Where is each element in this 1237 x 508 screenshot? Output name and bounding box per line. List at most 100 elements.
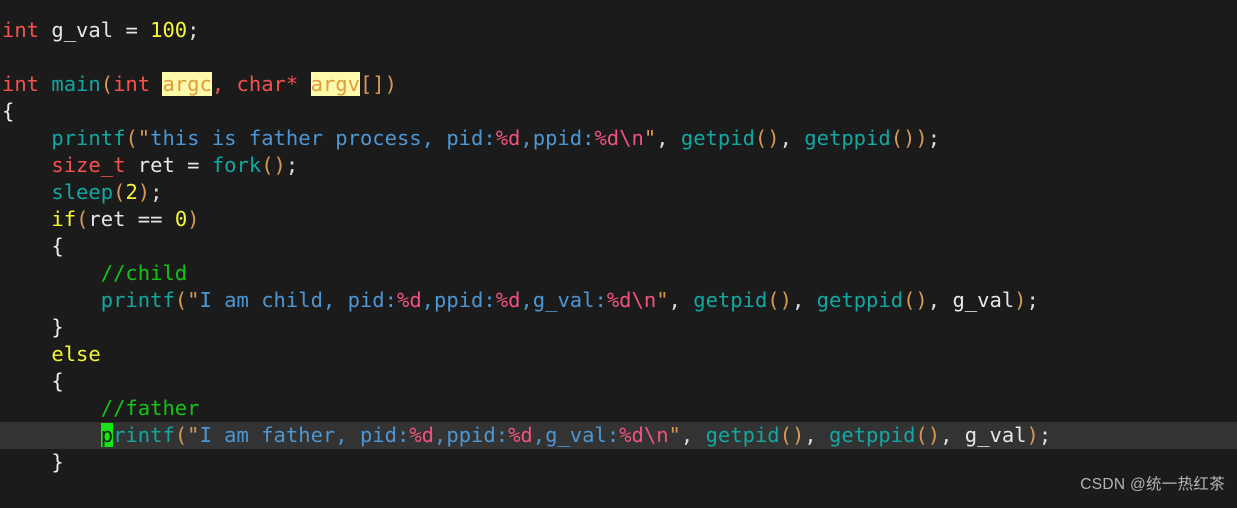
arg-separator: ,: [680, 423, 706, 447]
comma-after-argc: ,: [211, 72, 237, 96]
code-line-14[interactable]: {: [0, 368, 1237, 395]
function-fork: fork: [211, 153, 262, 177]
arg-separator: ,: [656, 126, 681, 150]
array-brackets: []: [359, 72, 385, 96]
format-specifier-d: %d: [508, 423, 533, 447]
string-literal: I am child, pid:: [199, 288, 397, 312]
format-specifier-d: %d: [606, 288, 632, 312]
code-line-16-cursor[interactable]: printf("I am father, pid:%d,ppid:%d,g_va…: [0, 422, 1237, 449]
format-specifier-d: %d: [495, 288, 521, 312]
paren-open: (: [76, 207, 89, 231]
code-line-3[interactable]: int main(int argc, char* argv[]): [0, 71, 1237, 98]
brace-open-main: {: [2, 99, 15, 123]
function-main: main: [51, 72, 101, 96]
identifier-g-val-arg: g_val: [940, 288, 1015, 312]
string-ppid-label: ,ppid:: [421, 288, 496, 312]
code-line-13[interactable]: else: [0, 341, 1237, 368]
code-line-8[interactable]: if(ret == 0): [0, 206, 1237, 233]
paren-open: (: [100, 72, 114, 96]
paren-close: ): [1026, 423, 1039, 447]
semicolon: ;: [285, 153, 299, 177]
code-line-11[interactable]: printf("I am child, pid:%d,ppid:%d,g_val…: [0, 287, 1237, 314]
code-line-15[interactable]: //father: [0, 395, 1237, 422]
paren-open: (: [113, 180, 126, 204]
empty-parens: (): [915, 423, 941, 447]
escape-newline: \n: [619, 126, 644, 150]
arg-separator: ,: [779, 126, 805, 150]
code-line-12[interactable]: }: [0, 314, 1237, 341]
code-line-1[interactable]: int g_val = 100;: [0, 17, 1237, 44]
code-line-7[interactable]: sleep(2);: [0, 179, 1237, 206]
string-literal: this is father process, pid:: [150, 126, 496, 150]
semicolon: ;: [150, 180, 163, 204]
function-getppid: getppid: [829, 423, 916, 447]
quote-open: ": [137, 126, 151, 150]
arg-separator: ,: [791, 288, 817, 312]
function-sleep: sleep: [51, 180, 114, 204]
code-line-5[interactable]: printf("this is father process, pid:%d,p…: [0, 125, 1237, 152]
function-printf: printf: [100, 288, 175, 312]
format-specifier-d: %d: [594, 126, 620, 150]
number-100: 100: [137, 18, 188, 42]
comment-child: //child: [100, 261, 188, 285]
code-line-2-blank[interactable]: [0, 44, 1237, 71]
code-editor[interactable]: int g_val = 100; int main(int argc, char…: [0, 0, 1237, 508]
type-size-t: size_t: [51, 153, 126, 177]
comma: ,: [927, 288, 941, 312]
paren-open: (: [125, 126, 138, 150]
empty-parens: (): [261, 153, 286, 177]
parameter-argc: argc: [162, 72, 212, 96]
code-line-9[interactable]: {: [0, 233, 1237, 260]
paren-open: (: [174, 423, 188, 447]
code-line-17[interactable]: }: [0, 449, 1237, 476]
empty-parens: (): [903, 288, 928, 312]
paren-close: ): [1014, 288, 1027, 312]
code-line-6[interactable]: size_t ret = fork();: [0, 152, 1237, 179]
paren-close: ): [384, 72, 397, 96]
parameter-argv: argv: [310, 72, 360, 96]
string-gval-label: ,g_val:: [532, 423, 620, 447]
semicolon: ;: [1038, 423, 1052, 447]
brace-open-else: {: [51, 369, 64, 393]
string-ppid-label: ,ppid:: [520, 126, 595, 150]
operator-assign: =: [187, 153, 200, 177]
format-specifier-d: %d: [619, 423, 644, 447]
arg-separator: ,: [804, 423, 830, 447]
function-getpid: getpid: [680, 126, 755, 150]
quote-open: ": [187, 423, 200, 447]
escape-newline: \n: [643, 423, 669, 447]
csdn-watermark: CSDN @统一热红茶: [1080, 476, 1225, 493]
quote-close: ": [668, 423, 681, 447]
number-0: 0: [174, 207, 188, 231]
empty-parens: (): [890, 126, 916, 150]
operator-equals: ==: [125, 207, 175, 231]
keyword-int: int: [2, 18, 40, 42]
operator-assign: =: [125, 18, 138, 42]
arg-separator: ,: [668, 288, 694, 312]
brace-close-else: }: [51, 450, 64, 474]
quote-open: ": [187, 288, 200, 312]
function-getpid: getpid: [693, 288, 768, 312]
comma: ,: [940, 423, 953, 447]
identifier-g-val-arg: g_val: [952, 423, 1027, 447]
empty-parens: (): [779, 423, 805, 447]
identifier-g-val: g_val: [39, 18, 126, 42]
identifier-ret: ret: [125, 153, 188, 177]
keyword-int-param: int: [113, 72, 151, 96]
code-line-10[interactable]: //child: [0, 260, 1237, 287]
quote-close: ": [643, 126, 657, 150]
code-line-4[interactable]: {: [0, 98, 1237, 125]
string-gval-label: ,g_val:: [520, 288, 607, 312]
function-getpid: getpid: [705, 423, 780, 447]
function-printf: printf: [51, 126, 126, 150]
string-literal: I am father, pid:: [199, 423, 410, 447]
text-cursor[interactable]: p: [100, 423, 114, 447]
